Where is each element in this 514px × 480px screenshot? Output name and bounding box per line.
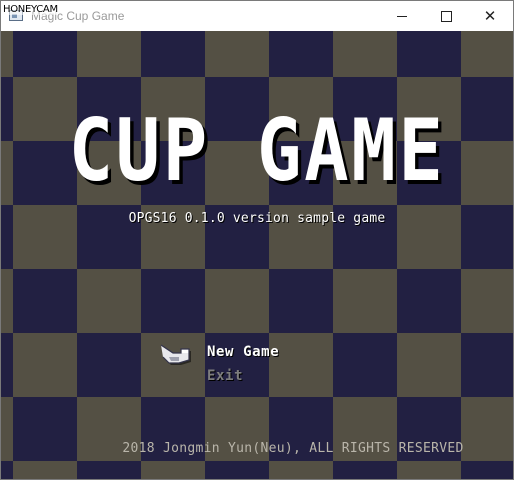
game-canvas[interactable]: CUP GAME OPGS16 0.1.0 version sample gam…	[1, 31, 513, 479]
close-button[interactable]: ✕	[467, 1, 513, 31]
copyright-text: 2018 Jongmin Yun(Neu), ALL RIGHTS RESERV…	[122, 441, 464, 456]
pointing-hand-icon	[161, 344, 191, 365]
title-bar[interactable]: Magic Cup Game HONEYCAM ✕	[1, 1, 513, 31]
minimize-icon	[397, 15, 407, 17]
game-subtitle: OPGS16 0.1.0 version sample game	[128, 211, 386, 226]
watermark-label: HONEYCAM	[3, 4, 58, 15]
game-logo: CUP GAME	[68, 101, 446, 201]
menu-item-new-game[interactable]: New Game	[207, 344, 279, 360]
app-window: Magic Cup Game HONEYCAM ✕ CUP GAME OPGS1…	[0, 0, 514, 480]
maximize-button[interactable]	[423, 1, 469, 31]
maximize-icon	[440, 10, 452, 22]
minimize-button[interactable]	[379, 1, 425, 31]
menu-item-exit[interactable]: Exit	[207, 368, 243, 384]
close-icon: ✕	[483, 6, 497, 25]
